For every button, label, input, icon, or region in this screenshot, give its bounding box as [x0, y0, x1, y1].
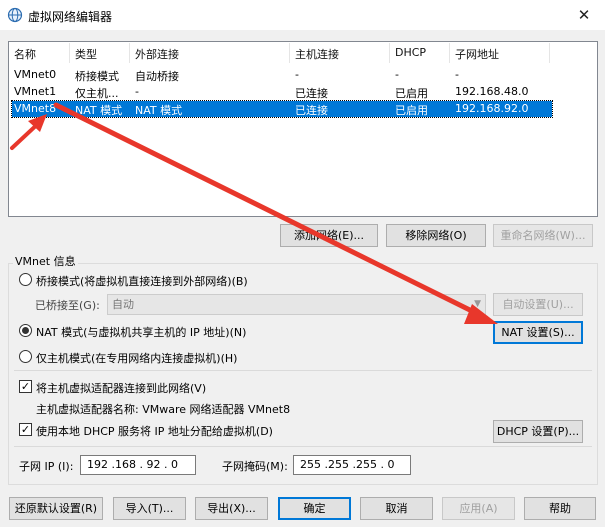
column-header-subnet[interactable]: 子网地址	[455, 46, 499, 62]
column-header-host[interactable]: 主机连接	[295, 46, 339, 62]
cell-host: 已连接	[295, 87, 328, 100]
nat-mode-radio[interactable]	[19, 324, 32, 337]
column-header-external[interactable]: 外部连接	[135, 46, 179, 62]
close-icon: ✕	[577, 6, 591, 24]
column-header-dhcp[interactable]: DHCP	[395, 46, 426, 59]
cell-host: -	[295, 68, 299, 81]
connect-adapter-label[interactable]: 将主机虚拟适配器连接到此网络(V)	[36, 380, 206, 396]
cell-subnet: 192.168.48.0	[455, 85, 529, 98]
bridged-to-select[interactable]: 自动 ▼	[107, 294, 486, 315]
subnet-mask-input[interactable]: 255 .255 .255 . 0	[293, 455, 411, 475]
bridge-mode-label[interactable]: 桥接模式(将虚拟机直接连接到外部网络)(B)	[36, 273, 248, 289]
cell-type: 桥接模式	[75, 70, 119, 83]
column-header-name[interactable]: 名称	[14, 46, 36, 62]
host-only-label[interactable]: 仅主机模式(在专用网络内连接虚拟机)(H)	[36, 350, 237, 366]
checkmark-icon: ✓	[20, 380, 31, 393]
cell-external: 自动桥接	[135, 70, 179, 83]
cell-external: NAT 模式	[135, 104, 183, 117]
network-list[interactable]: 名称 类型 外部连接 主机连接 DHCP 子网地址 VMnet0 桥接模式 自动…	[8, 41, 598, 217]
subnet-ip-input[interactable]: 192 .168 . 92 . 0	[80, 455, 196, 475]
use-dhcp-checkbox[interactable]: ✓	[19, 423, 32, 436]
cell-type: 仅主机...	[75, 87, 119, 100]
help-button[interactable]: 帮助	[524, 497, 596, 520]
dhcp-settings-button[interactable]: DHCP 设置(P)...	[493, 420, 583, 443]
divider	[14, 370, 592, 371]
rename-network-button[interactable]: 重命名网络(W)...	[493, 224, 593, 247]
table-row-vmnet1[interactable]: VMnet1 仅主机... - 已连接 已启用 192.168.48.0	[12, 84, 552, 100]
add-network-button[interactable]: 添加网络(E)...	[280, 224, 378, 247]
divider	[14, 446, 592, 447]
cell-host: 已连接	[295, 104, 328, 117]
cell-dhcp: 已启用	[395, 104, 428, 117]
subnet-ip-label: 子网 IP (I):	[19, 460, 74, 473]
window-title: 虚拟网络编辑器	[28, 10, 113, 24]
title-bar: 虚拟网络编辑器 ✕	[0, 0, 605, 30]
bridged-to-value: 自动	[112, 298, 134, 311]
bridged-to-label: 已桥接至(G):	[35, 299, 100, 312]
cancel-button[interactable]: 取消	[360, 497, 433, 520]
vmnet-info-title: VMnet 信息	[13, 253, 78, 269]
cell-subnet: -	[455, 68, 459, 81]
use-dhcp-label[interactable]: 使用本地 DHCP 服务将 IP 地址分配给虚拟机(D)	[36, 423, 273, 439]
import-button[interactable]: 导入(T)...	[113, 497, 186, 520]
column-header-type[interactable]: 类型	[75, 46, 97, 62]
cell-name: VMnet0	[14, 68, 57, 81]
chevron-down-icon: ▼	[474, 299, 481, 309]
export-button[interactable]: 导出(X)...	[195, 497, 268, 520]
cell-external: -	[135, 85, 139, 98]
cell-type: NAT 模式	[75, 104, 123, 117]
nat-mode-label[interactable]: NAT 模式(与虚拟机共享主机的 IP 地址)(N)	[36, 324, 246, 340]
close-button[interactable]: ✕	[563, 0, 605, 30]
auto-settings-button[interactable]: 自动设置(U)...	[493, 293, 583, 316]
restore-defaults-button[interactable]: 还原默认设置(R)	[9, 497, 103, 520]
subnet-mask-label: 子网掩码(M):	[222, 460, 288, 473]
remove-network-button[interactable]: 移除网络(O)	[386, 224, 486, 247]
cell-dhcp: -	[395, 68, 399, 81]
globe-network-icon	[7, 7, 23, 23]
cell-dhcp: 已启用	[395, 87, 428, 100]
apply-button[interactable]: 应用(A)	[442, 497, 515, 520]
adapter-name-text: 主机虚拟适配器名称: VMware 网络适配器 VMnet8	[36, 403, 291, 416]
cell-subnet: 192.168.92.0	[455, 102, 529, 115]
ok-button[interactable]: 确定	[278, 497, 351, 520]
table-row-vmnet8[interactable]: VMnet8 NAT 模式 NAT 模式 已连接 已启用 192.168.92.…	[11, 100, 553, 118]
cell-name: VMnet1	[14, 85, 57, 98]
host-only-radio[interactable]	[19, 350, 32, 363]
nat-settings-button[interactable]: NAT 设置(S)...	[493, 321, 583, 344]
checkmark-icon: ✓	[20, 423, 31, 436]
cell-name: VMnet8	[14, 102, 57, 115]
bridge-mode-radio[interactable]	[19, 273, 32, 286]
table-row-vmnet0[interactable]: VMnet0 桥接模式 自动桥接 - - -	[12, 67, 552, 83]
connect-adapter-checkbox[interactable]: ✓	[19, 380, 32, 393]
